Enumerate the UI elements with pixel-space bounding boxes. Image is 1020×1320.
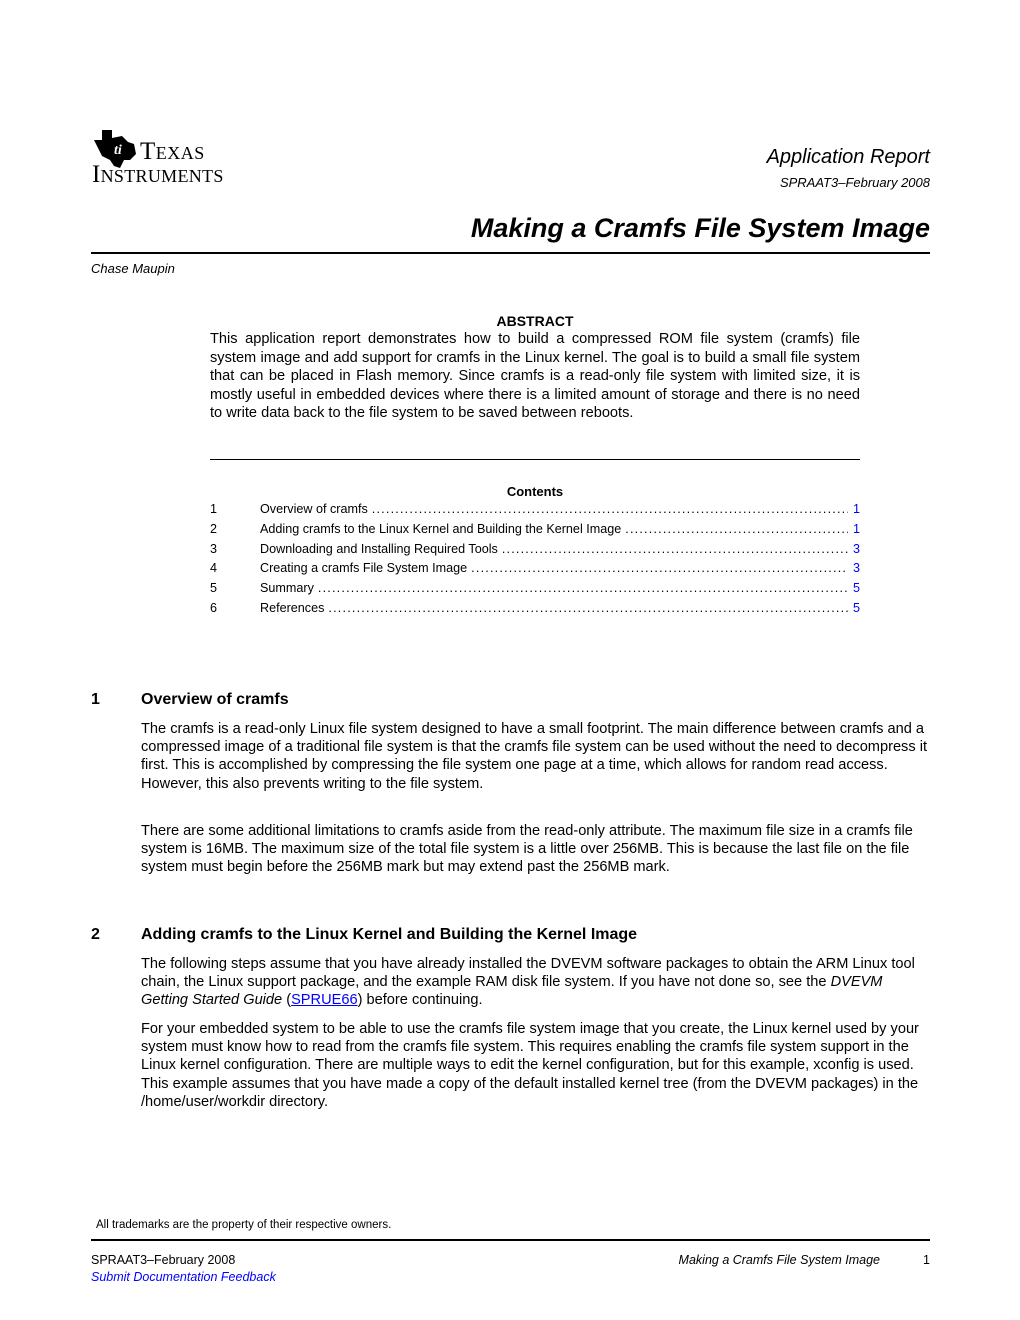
toc-leader	[372, 502, 848, 516]
section-title: Overview of cramfs	[141, 691, 289, 708]
section-number: 2	[91, 926, 100, 943]
paragraph-text: (	[282, 992, 292, 1009]
svg-text:ti: ti	[114, 143, 122, 158]
footer-divider	[91, 1239, 930, 1241]
toc-page-link[interactable]: 5	[852, 581, 860, 595]
abstract-body: This application report demonstrates how…	[210, 331, 860, 422]
page-number: 1	[923, 1253, 930, 1267]
toc-title[interactable]: Creating a cramfs File System Image	[260, 561, 467, 575]
section-title: Adding cramfs to the Linux Kernel and Bu…	[141, 926, 638, 943]
footer-title: Making a Cramfs File System Image	[678, 1253, 880, 1267]
report-type: Application Report	[766, 146, 930, 168]
paragraph-text: ) before continuing.	[357, 992, 483, 1009]
trademark-note: All trademarks are the property of their…	[96, 1219, 392, 1231]
toc-leader	[328, 601, 848, 615]
toc-leader	[625, 522, 848, 536]
toc-leader	[318, 581, 848, 595]
toc-title[interactable]: Summary	[260, 581, 314, 595]
toc-entry[interactable]: 2 Adding cramfs to the Linux Kernel and …	[210, 522, 860, 542]
toc-entry[interactable]: 6 References 5	[210, 601, 860, 621]
toc-number: 5	[210, 581, 218, 596]
toc-entry[interactable]: 4 Creating a cramfs File System Image 3	[210, 561, 860, 581]
toc-page-link[interactable]: 1	[852, 502, 860, 516]
abstract-divider	[210, 459, 860, 460]
abstract-heading: ABSTRACT	[496, 313, 574, 329]
toc-leader	[471, 561, 848, 575]
section-number: 1	[91, 691, 100, 708]
section-paragraph: There are some additional limitations to…	[141, 823, 913, 876]
toc-title[interactable]: Adding cramfs to the Linux Kernel and Bu…	[260, 522, 621, 536]
doc-id: SPRAAT3–February 2008	[779, 175, 930, 190]
toc-entry[interactable]: 1 Overview of cramfs 1	[210, 502, 860, 522]
table-of-contents: 1 Overview of cramfs 1 2 Adding cramfs t…	[210, 502, 860, 621]
toc-entry[interactable]: 5 Summary 5	[210, 581, 860, 601]
paragraph-text: The following steps assume that you have…	[141, 956, 915, 991]
section-paragraph: For your embedded system to be able to u…	[141, 1021, 919, 1110]
toc-title[interactable]: Downloading and Installing Required Tool…	[260, 542, 498, 556]
section-heading: 1 Overview of cramfs	[91, 691, 289, 709]
page-title: Making a Cramfs File System Image	[470, 213, 930, 243]
toc-page-link[interactable]: 3	[852, 542, 860, 556]
toc-number: 1	[210, 502, 218, 516]
toc-entry[interactable]: 3 Downloading and Installing Required To…	[210, 542, 860, 562]
toc-page-link[interactable]: 1	[852, 522, 860, 536]
footer-doc-id: SPRAAT3–February 2008	[91, 1253, 236, 1267]
toc-number: 6	[210, 600, 218, 615]
author: Chase Maupin	[91, 261, 175, 276]
title-divider	[91, 252, 930, 254]
toc-page-link[interactable]: 3	[852, 561, 860, 575]
section-paragraph: The cramfs is a read-only Linux file sys…	[141, 721, 928, 792]
feedback-link[interactable]: Submit Documentation Feedback	[91, 1270, 276, 1284]
logo-text-instruments: Instruments	[92, 161, 224, 188]
toc-title[interactable]: Overview of cramfs	[260, 502, 368, 516]
section-heading: 2 Adding cramfs to the Linux Kernel and B…	[91, 926, 637, 944]
toc-number: 4	[210, 561, 218, 576]
toc-leader	[502, 542, 848, 556]
toc-title[interactable]: References	[260, 601, 324, 615]
sprue66-link[interactable]: SPRUE66	[291, 992, 358, 1008]
contents-heading: Contents	[506, 484, 564, 499]
toc-page-link[interactable]: 5	[852, 601, 860, 615]
section-paragraph: The following steps assume that you have…	[141, 955, 931, 1010]
toc-number: 3	[210, 541, 218, 556]
toc-number: 2	[210, 521, 218, 536]
